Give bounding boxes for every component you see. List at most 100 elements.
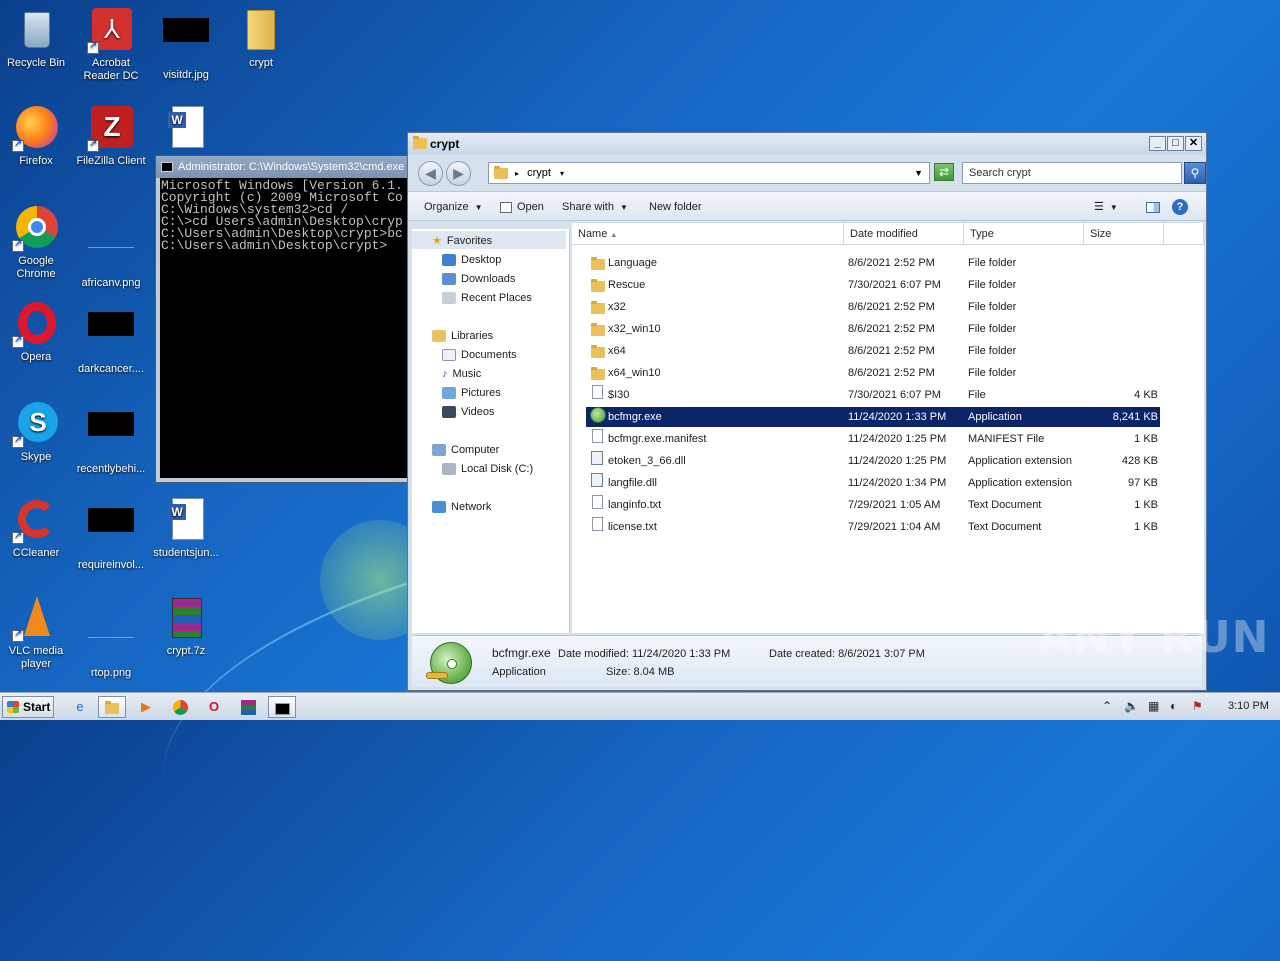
file-row[interactable]: x32_win10 8/6/2021 2:52 PM File folder xyxy=(586,319,1160,339)
media-player-icon[interactable]: ▶ xyxy=(132,696,160,718)
desktop-icon-darkcancer[interactable]: darkcancer.... xyxy=(73,300,149,376)
column-header-name[interactable]: Name ▲ xyxy=(572,223,844,245)
explorer-taskbar-icon[interactable] xyxy=(98,696,126,718)
nav-desktop[interactable]: Desktop xyxy=(442,253,501,267)
view-options-button[interactable]: ☰ ▼ xyxy=(1094,192,1118,223)
back-button[interactable]: ◀ xyxy=(418,161,443,186)
file-list[interactable]: Name ▲ Date modified Type Size Language 8… xyxy=(572,223,1204,633)
speaker-icon[interactable]: ◐ xyxy=(1170,699,1177,713)
file-row[interactable]: x64 8/6/2021 2:52 PM File folder xyxy=(586,341,1160,361)
alert-flag-icon[interactable]: ⚑ xyxy=(1192,699,1203,713)
desktop-icon-crypt7z[interactable]: crypt.7z xyxy=(148,594,224,658)
desktop-icon-label: Acrobat Reader DC xyxy=(83,57,139,82)
maximize-button[interactable]: □ xyxy=(1167,136,1184,151)
close-button[interactable]: ✕ xyxy=(1185,136,1202,151)
file-row[interactable]: bcfmgr.exe.manifest 11/24/2020 1:25 PM MAN… xyxy=(586,429,1160,449)
desktop-icon-crypt-folder[interactable]: crypt xyxy=(223,6,299,70)
desktop-icon-chrome[interactable]: Google Chrome xyxy=(0,204,74,281)
chrome-taskbar-icon[interactable] xyxy=(166,696,194,718)
nav-videos[interactable]: Videos xyxy=(442,405,494,419)
desktop-icon-rtop[interactable]: rtop.png xyxy=(73,594,149,680)
cmd-taskbar-icon[interactable] xyxy=(268,696,296,718)
cmd-title-bar[interactable]: Administrator: C:\Windows\System32\cmd.e… xyxy=(156,156,416,178)
nav-computer[interactable]: Computer xyxy=(432,443,499,457)
help-button[interactable]: ? xyxy=(1172,192,1188,222)
image-thumbnail-icon xyxy=(162,18,210,66)
minimize-button[interactable]: _ xyxy=(1149,136,1166,151)
breadcrumb-crypt[interactable]: crypt xyxy=(527,167,551,179)
column-header-type[interactable]: Type xyxy=(964,223,1084,245)
show-hidden-icons-chevron-icon[interactable]: ⌃ xyxy=(1102,699,1112,713)
desktop-icon-word-doc[interactable]: W xyxy=(148,104,224,155)
desktop-icon-studentsjun[interactable]: W studentsjun... xyxy=(148,496,224,560)
folder-icon xyxy=(591,279,605,292)
file-row[interactable]: langinfo.txt 7/29/2021 1:05 AM Text Docume… xyxy=(586,495,1160,515)
start-button[interactable]: Start xyxy=(2,696,54,718)
explorer-title-bar[interactable]: crypt _ □ ✕ xyxy=(408,133,1206,155)
nav-network[interactable]: Network xyxy=(432,500,491,514)
nav-favorites[interactable]: ★ Favorites xyxy=(432,234,492,248)
preview-pane-button[interactable] xyxy=(1146,192,1160,222)
refresh-button[interactable]: ⇄ xyxy=(934,163,954,181)
file-type: Application extension xyxy=(968,455,1072,467)
desktop-icon-visitdr[interactable]: visitdr.jpg xyxy=(148,6,224,82)
desktop-icon-vlc[interactable]: VLC media player xyxy=(0,594,74,671)
file-row[interactable]: x32 8/6/2021 2:52 PM File folder xyxy=(586,297,1160,317)
opera-taskbar-icon[interactable]: O xyxy=(200,696,228,718)
desktop-icon-requireinvol[interactable]: requireinvol... xyxy=(73,496,149,572)
breadcrumb-chevron-icon[interactable]: ▸ xyxy=(515,169,519,178)
desktop-icon-filezilla[interactable]: Z FileZilla Client xyxy=(73,104,149,168)
explorer-window[interactable]: crypt _ □ ✕ ◀ ▶ ▸ crypt ▾ ▼ ⇄ Search cry… xyxy=(407,132,1207,691)
desktop-icon-recycle-bin[interactable]: Recycle Bin xyxy=(0,6,74,70)
desktop-icon-acrobat[interactable]: ⅄ Acrobat Reader DC xyxy=(73,6,149,83)
file-row[interactable]: etoken_3_66.dll 11/24/2020 1:25 PM Applica… xyxy=(586,451,1160,471)
address-bar[interactable]: ▸ crypt ▾ ▼ xyxy=(488,162,930,184)
desktop-icon-label: visitdr.jpg xyxy=(163,69,209,81)
search-icon[interactable]: ⚲ xyxy=(1184,162,1206,184)
column-header-size[interactable]: Size xyxy=(1084,223,1164,245)
cmd-console[interactable]: Microsoft Windows [Version 6.1. Copyright… xyxy=(160,178,416,478)
desktop-icon-recentlybeh[interactable]: recentlybehi... xyxy=(73,400,149,476)
nav-pictures[interactable]: Pictures xyxy=(442,386,501,400)
nav-libraries[interactable]: Libraries xyxy=(432,329,493,343)
network-status-icon[interactable]: ▦ xyxy=(1148,699,1159,713)
nav-downloads[interactable]: Downloads xyxy=(442,272,515,286)
desktop-icon-skype[interactable]: S Skype xyxy=(0,400,74,464)
breadcrumb-dropdown-icon[interactable]: ▾ xyxy=(560,169,564,178)
share-with-button[interactable]: Share with ▼ xyxy=(562,192,628,223)
column-header-date[interactable]: Date modified xyxy=(844,223,964,245)
address-history-dropdown-icon[interactable]: ▼ xyxy=(914,163,923,183)
desktop-icon-opera[interactable]: Opera xyxy=(0,300,74,364)
open-button[interactable]: Open xyxy=(500,192,544,222)
file-size: 97 KB xyxy=(1128,477,1158,489)
new-folder-button[interactable]: New folder xyxy=(649,192,702,222)
search-input[interactable]: Search crypt xyxy=(962,162,1182,184)
desktop-icon-africanv[interactable]: africanv.png xyxy=(73,204,149,290)
forward-button[interactable]: ▶ xyxy=(446,161,471,186)
file-row[interactable]: Rescue 7/30/2021 6:07 PM File folder xyxy=(586,275,1160,295)
volume-icon[interactable]: 🔈 xyxy=(1124,699,1139,713)
ie-icon[interactable]: e xyxy=(66,696,94,718)
desktop-icon-ccleaner[interactable]: CCleaner xyxy=(0,496,74,560)
nav-local-disk[interactable]: Local Disk (C:) xyxy=(442,462,533,476)
desktop-icon-label: rtop.png xyxy=(90,667,132,679)
file-row[interactable]: langfile.dll 11/24/2020 1:34 PM Applicatio… xyxy=(586,473,1160,493)
file-row[interactable]: x64_win10 8/6/2021 2:52 PM File folder xyxy=(586,363,1160,383)
organize-button[interactable]: Organize ▼ xyxy=(424,192,483,223)
nav-label: Documents xyxy=(461,349,517,361)
file-row-selected[interactable]: bcfmgr.exe 11/24/2020 1:33 PM Application 8… xyxy=(586,407,1160,427)
nav-music[interactable]: ♪ Music xyxy=(442,367,481,381)
nav-recent-places[interactable]: Recent Places xyxy=(442,291,532,305)
file-row[interactable]: $I30 7/30/2021 6:07 PM File 4 KB xyxy=(586,385,1160,405)
cmd-window[interactable]: Administrator: C:\Windows\System32\cmd.e… xyxy=(155,155,417,483)
details-date-modified: Date modified: 11/24/2020 1:33 PM xyxy=(558,648,731,660)
nav-documents[interactable]: Documents xyxy=(442,348,517,362)
desktop-icon-firefox[interactable]: Firefox xyxy=(0,104,74,168)
downloads-icon xyxy=(442,273,456,286)
winrar-taskbar-icon[interactable] xyxy=(234,696,262,718)
file-date: 7/29/2021 1:04 AM xyxy=(848,521,941,533)
desktop-icon-label: crypt xyxy=(249,57,273,69)
file-row[interactable]: Language 8/6/2021 2:52 PM File folder xyxy=(586,253,1160,273)
file-row[interactable]: license.txt 7/29/2021 1:04 AM Text Documen… xyxy=(586,517,1160,537)
clock[interactable]: 3:10 PM xyxy=(1228,700,1269,712)
